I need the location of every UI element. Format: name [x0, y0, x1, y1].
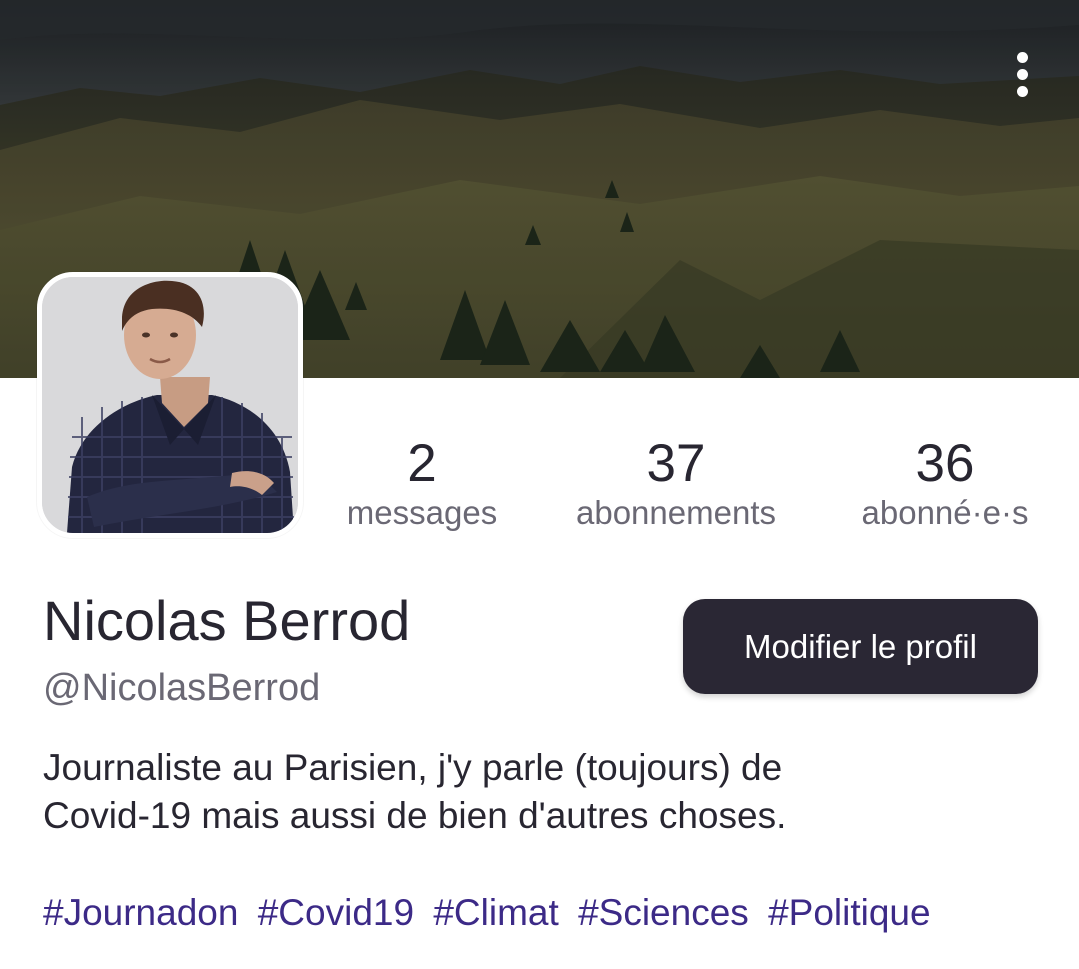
stat-messages-label: messages: [346, 494, 498, 531]
stat-messages[interactable]: 2 messages: [332, 432, 512, 534]
bio-line: Covid-19 mais aussi de bien d'autres cho…: [43, 795, 787, 836]
hashtag-link[interactable]: #Politique: [768, 892, 931, 933]
profile-bio: Journaliste au Parisien, j'y parle (touj…: [43, 744, 1043, 840]
profile-page: 2 messages 37 abonnements 36 abonné·e·s …: [0, 0, 1079, 969]
more-vertical-icon: [1016, 51, 1028, 63]
stat-followers-label: abonné·e·s: [861, 494, 1029, 531]
hashtag-link[interactable]: #Covid19: [258, 892, 414, 933]
stat-followers[interactable]: 36 abonné·e·s: [845, 432, 1045, 534]
stat-following-count: 37: [646, 434, 706, 493]
hashtag-link[interactable]: #Sciences: [578, 892, 749, 933]
avatar[interactable]: [37, 272, 303, 538]
hashtag-link[interactable]: #Journadon: [43, 892, 238, 933]
edit-profile-button[interactable]: Modifier le profil: [683, 599, 1038, 694]
stat-following[interactable]: 37 abonnements: [556, 432, 796, 534]
bio-line: Journaliste au Parisien, j'y parle (touj…: [43, 747, 783, 788]
user-handle: @NicolasBerrod: [43, 667, 321, 709]
more-vertical-icon-dot: [1016, 68, 1028, 80]
profile-photo: [42, 277, 298, 533]
stat-following-label: abonnements: [576, 494, 776, 531]
more-vertical-icon-dot: [1016, 85, 1028, 97]
hashtag-list: #Journadon #Covid19 #Climat #Sciences #P…: [43, 889, 940, 937]
stat-messages-count: 2: [407, 434, 437, 493]
stat-followers-count: 36: [915, 434, 975, 493]
hashtag-link[interactable]: #Climat: [433, 892, 558, 933]
display-name: Nicolas Berrod: [43, 589, 411, 652]
more-options-button[interactable]: [996, 44, 1048, 104]
